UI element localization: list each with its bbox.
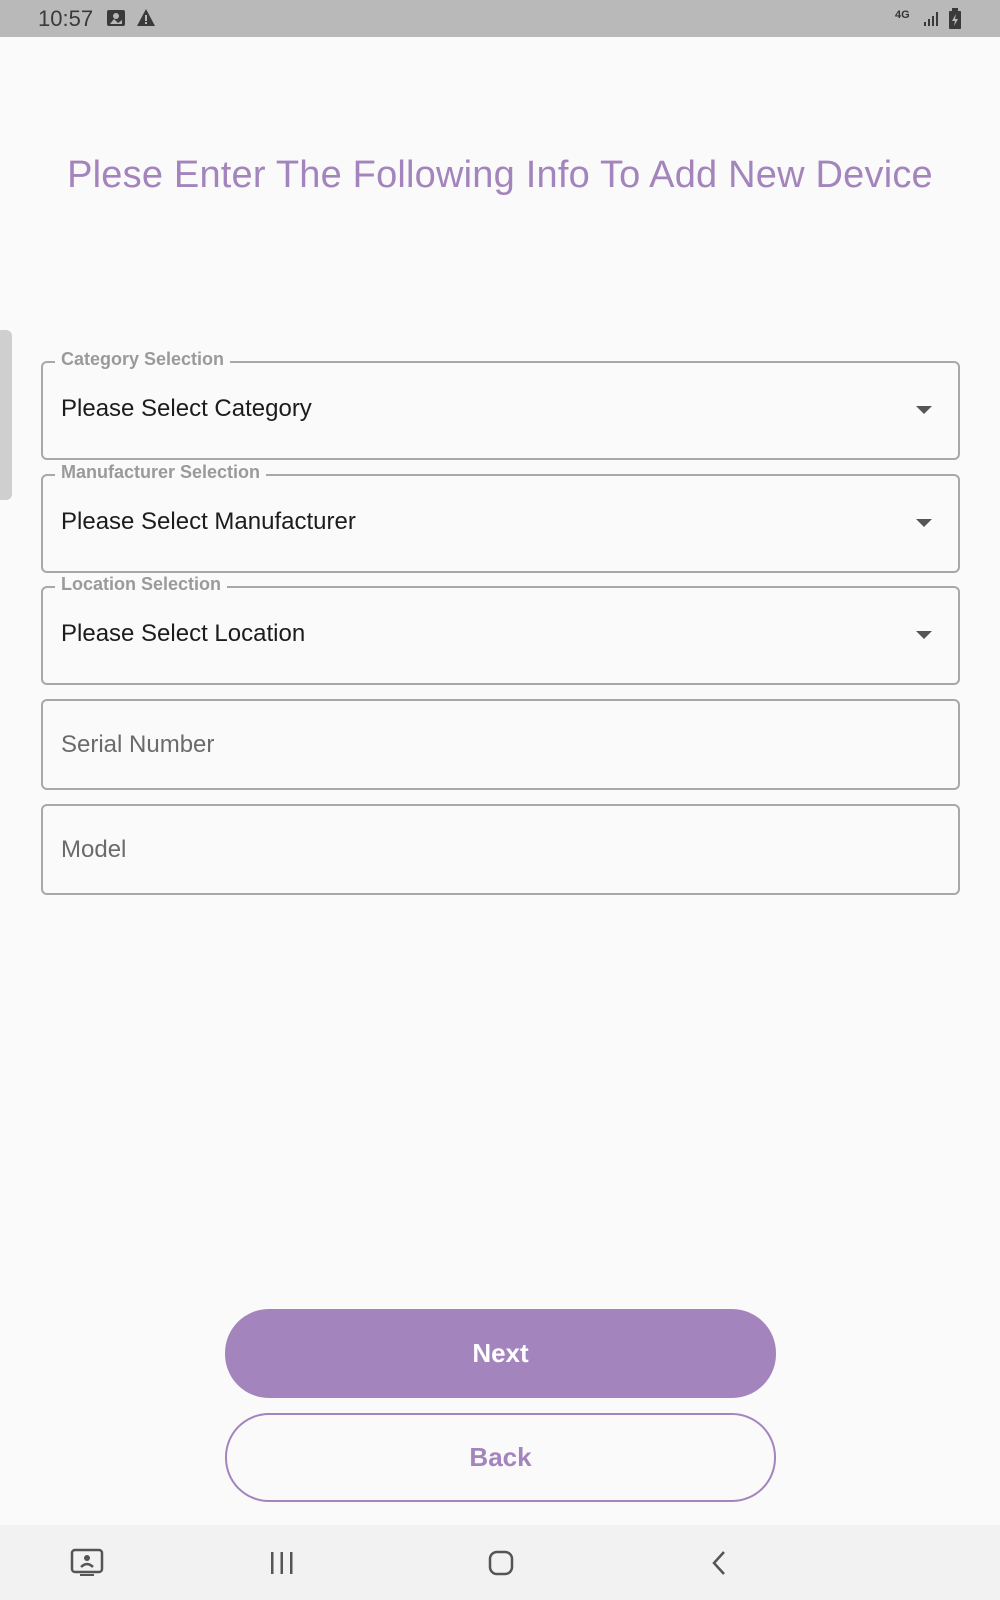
serial-number-field[interactable]: Serial Number [41, 699, 960, 790]
warning-icon [136, 8, 156, 33]
category-label: Category Selection [55, 349, 231, 370]
screen-share-icon[interactable] [67, 1543, 107, 1583]
manufacturer-value: Please Select Manufacturer [61, 508, 356, 535]
location-dropdown[interactable]: Location Selection Please Select Locatio… [41, 574, 960, 685]
nav-bar [0, 1525, 1000, 1600]
battery-charging-icon [948, 8, 962, 35]
category-value: Please Select Category [61, 395, 312, 422]
back-button[interactable]: Back [225, 1413, 776, 1502]
model-placeholder: Model [61, 836, 127, 863]
category-dropdown[interactable]: Category Selection Please Select Categor… [41, 349, 960, 460]
manufacturer-dropdown[interactable]: Manufacturer Selection Please Select Man… [41, 462, 960, 573]
dropdown-arrow-icon [916, 519, 932, 527]
manufacturer-label: Manufacturer Selection [55, 462, 267, 483]
model-field[interactable]: Model [41, 804, 960, 895]
location-value: Please Select Location [61, 620, 306, 647]
dropdown-arrow-icon [916, 631, 932, 639]
dropdown-arrow-icon [916, 406, 932, 414]
scroll-indicator[interactable] [0, 330, 12, 500]
image-notification-icon [106, 8, 126, 33]
serial-number-placeholder: Serial Number [61, 731, 215, 758]
status-time: 10:57 [38, 6, 94, 31]
recent-apps-icon[interactable] [262, 1543, 302, 1583]
status-bar: 10:57 4G [0, 0, 1000, 37]
page-title: Plese Enter The Following Info To Add Ne… [67, 154, 933, 196]
back-icon[interactable] [700, 1543, 740, 1583]
location-label: Location Selection [55, 574, 228, 595]
screen: 10:57 4G Plese Enter The Following Info … [0, 0, 1000, 1600]
signal-icon [922, 8, 942, 33]
next-button[interactable]: Next [225, 1309, 776, 1398]
home-icon[interactable] [481, 1543, 521, 1583]
4g-lte-icon: 4G [895, 9, 910, 21]
